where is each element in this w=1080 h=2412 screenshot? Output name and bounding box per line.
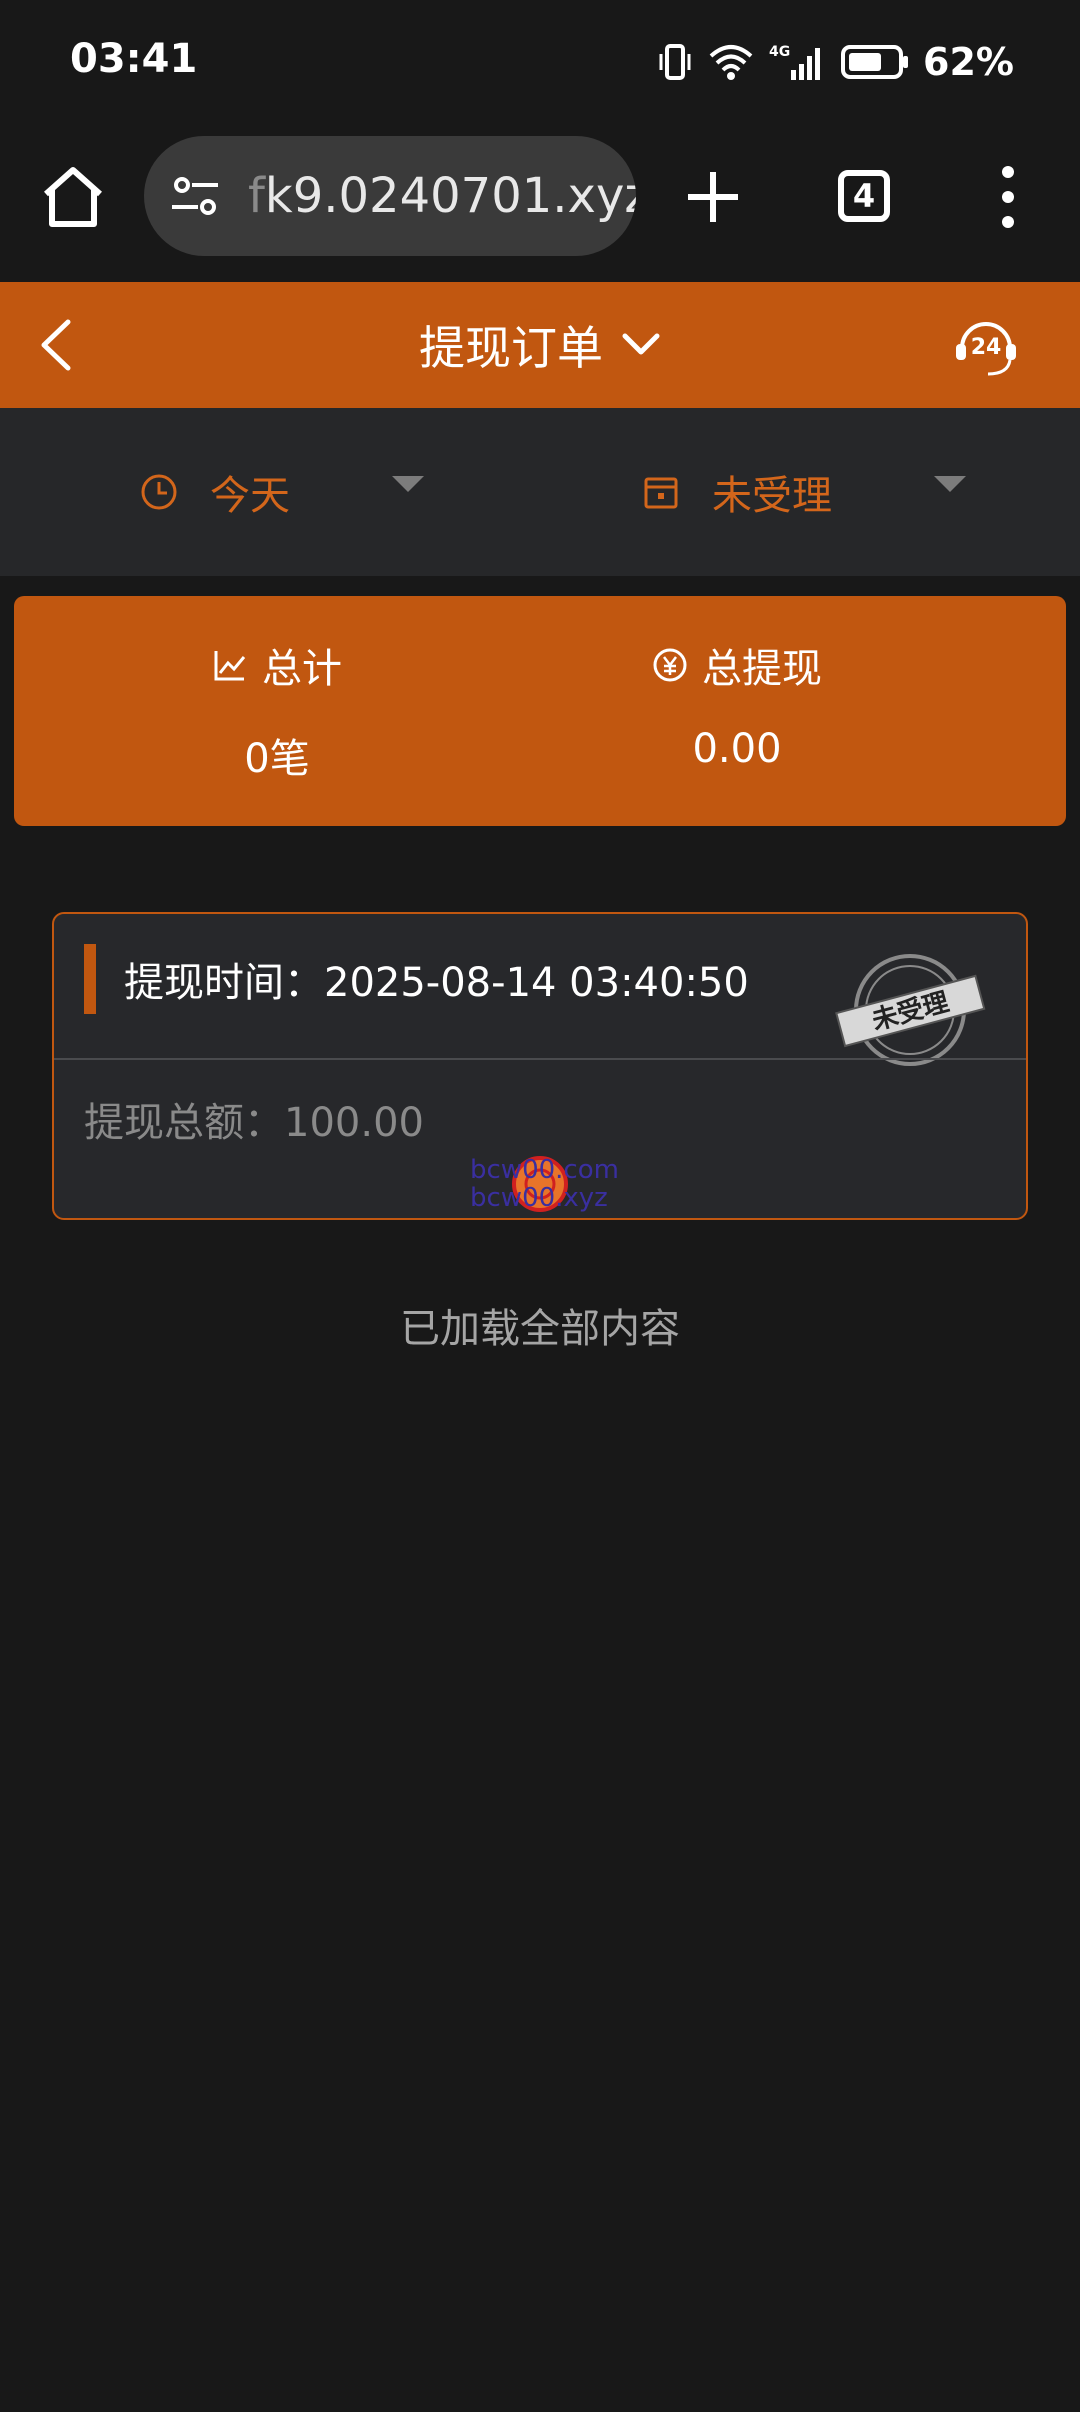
summary-total-label: 总计 bbox=[262, 646, 342, 692]
header-title-group: 提现订单 bbox=[0, 282, 1080, 408]
clock-icon bbox=[141, 474, 177, 510]
accent-bar bbox=[84, 944, 96, 1014]
chevron-down-icon[interactable] bbox=[621, 332, 661, 358]
customer-support-icon[interactable]: 24 bbox=[952, 312, 1020, 380]
status-filter-label: 未受理 bbox=[712, 473, 832, 519]
summary-withdraw: 总提现 0.00 bbox=[474, 596, 1000, 826]
order-time: 提现时间：2025-08-14 03:40:50 bbox=[124, 950, 749, 1008]
all-loaded-text: 已加载全部内容 bbox=[400, 1306, 680, 1352]
address-bar[interactable]: fk9.0240701.xyz bbox=[144, 136, 636, 256]
order-amount-label: 提现总额： bbox=[84, 1100, 284, 1146]
order-time-label: 提现时间： bbox=[124, 960, 324, 1006]
date-filter[interactable]: 今天 bbox=[140, 408, 424, 576]
order-time-value: 2025-08-14 03:40:50 bbox=[324, 960, 749, 1006]
browser-toolbar: fk9.0240701.xyz 4 bbox=[0, 128, 1080, 282]
support-24-label: 24 bbox=[971, 335, 1002, 360]
status-filter[interactable]: 未受理 bbox=[642, 408, 966, 576]
calendar-icon bbox=[644, 477, 678, 509]
url-prefix: f bbox=[248, 168, 265, 224]
order-amount: 提现总额：100.00 bbox=[84, 1090, 424, 1148]
site-settings-icon[interactable] bbox=[168, 169, 222, 223]
new-tab-icon[interactable] bbox=[680, 164, 746, 230]
watermark-line-1: bcw00.com bbox=[470, 1155, 619, 1185]
summary-card: 总计 0笔 总提现 0.00 bbox=[14, 596, 1066, 826]
trend-chart-icon bbox=[214, 651, 246, 681]
summary-withdraw-label: 总提现 bbox=[702, 646, 822, 692]
battery-icon bbox=[841, 45, 909, 79]
date-filter-label: 今天 bbox=[210, 473, 290, 519]
watermark: bcw00.com bcw00.xyz bbox=[470, 1156, 630, 1216]
back-arrow-icon[interactable] bbox=[36, 316, 76, 374]
url-host: k9.0240701.xyz bbox=[264, 168, 636, 224]
yen-coin-icon bbox=[653, 648, 687, 682]
pending-stamp-icon: 未受理 bbox=[835, 954, 986, 1066]
caret-down-icon bbox=[934, 476, 966, 492]
divider bbox=[54, 1058, 1026, 1060]
status-icons: 4G 62% bbox=[655, 38, 1014, 86]
cellular-signal-icon: 4G bbox=[769, 44, 821, 80]
page-title[interactable]: 提现订单 bbox=[419, 312, 603, 378]
summary-total: 总计 0笔 bbox=[14, 596, 540, 826]
home-icon[interactable] bbox=[40, 164, 106, 230]
network-type-label: 4G bbox=[769, 44, 790, 60]
battery-percent: 62% bbox=[923, 40, 1014, 84]
wifi-icon bbox=[709, 45, 753, 80]
summary-total-value: 0笔 bbox=[244, 736, 310, 782]
url-text: fk9.0240701.xyz bbox=[248, 168, 636, 224]
status-bar: 03:41 4G 62% bbox=[0, 0, 1080, 128]
watermark-line-2: bcw00.xyz bbox=[470, 1183, 608, 1213]
tab-switcher-button[interactable]: 4 bbox=[838, 170, 890, 222]
app-header: 提现订单 24 bbox=[0, 282, 1080, 408]
vibrate-icon bbox=[659, 44, 691, 80]
caret-down-icon bbox=[392, 476, 424, 492]
summary-withdraw-value: 0.00 bbox=[692, 726, 782, 772]
more-menu-icon[interactable] bbox=[990, 162, 1026, 232]
order-amount-value: 100.00 bbox=[284, 1100, 424, 1146]
filter-bar: 今天 未受理 bbox=[0, 408, 1080, 576]
status-time: 03:41 bbox=[70, 36, 198, 82]
